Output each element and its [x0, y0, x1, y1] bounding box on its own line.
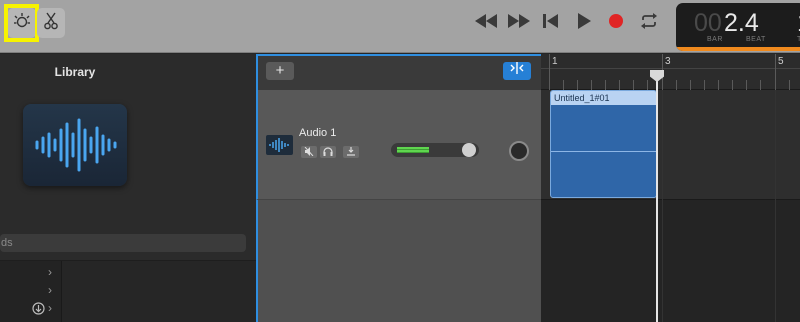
tracks-header-bar: + [256, 54, 541, 90]
toolbar: 00 2.4 1 BAR BEAT T [0, 0, 800, 53]
headphones-icon [323, 143, 333, 161]
cycle-icon [640, 12, 658, 34]
ruler-tick [591, 80, 592, 90]
download-icon[interactable] [32, 302, 45, 320]
ruler-bar-line [775, 54, 776, 90]
ruler-tick [676, 80, 677, 90]
playhead-line[interactable] [656, 70, 658, 322]
fast-forward-button[interactable] [507, 13, 531, 33]
solo-button[interactable] [320, 146, 336, 158]
library-list: › › › [0, 261, 256, 322]
lcd-bar-label: BAR [707, 36, 723, 43]
ruler-tick [718, 80, 719, 90]
fast-forward-icon [508, 13, 530, 33]
cycle-area[interactable] [541, 68, 800, 69]
timeline-ruler[interactable]: 1 3 5 [541, 54, 800, 90]
input-monitor-button[interactable] [343, 146, 359, 158]
highlight-box [4, 4, 39, 42]
record-icon [608, 13, 624, 34]
record-button[interactable] [606, 13, 626, 33]
lcd-accent-bar [676, 47, 800, 51]
lcd-bar-digits: 00 [694, 9, 722, 37]
ruler-bar-number: 3 [665, 56, 671, 67]
track-header-audio-1[interactable]: Audio 1 [256, 90, 541, 200]
ruler-tick [690, 80, 691, 90]
cycle-button[interactable] [638, 12, 660, 34]
library-title: Library [54, 65, 96, 79]
ruler-bar-line [549, 54, 550, 90]
ruler-tick [563, 80, 564, 90]
tracks-workspace[interactable]: Untitled_1#01 [541, 90, 800, 322]
ruler-tick [732, 80, 733, 90]
grid-line [775, 90, 776, 322]
ruler-bar-number: 1 [552, 56, 558, 67]
chevron-right-icon[interactable]: › [48, 265, 52, 279]
chevron-right-icon[interactable]: › [48, 301, 52, 315]
ruler-tick [605, 80, 606, 90]
ruler-tick [704, 80, 705, 90]
volume-meter [397, 147, 429, 153]
track-waveform-icon [266, 135, 293, 155]
lcd-display[interactable]: 00 2.4 1 BAR BEAT T [676, 3, 800, 51]
library-search-field[interactable]: ds [0, 234, 246, 252]
scissors-icon [43, 12, 59, 35]
mute-icon [304, 143, 314, 161]
tracks-empty-area[interactable] [256, 200, 541, 322]
catch-playhead-button[interactable] [503, 62, 531, 80]
go-to-start-button[interactable] [541, 13, 561, 33]
track-name[interactable]: Audio 1 [299, 127, 336, 139]
library-patch-artwork[interactable] [23, 104, 127, 186]
ruler-tick [619, 80, 620, 90]
play-icon [577, 12, 591, 34]
library-panel: Library ds › › › [0, 54, 256, 322]
rewind-icon [475, 13, 497, 33]
input-monitor-icon [346, 143, 356, 161]
ruler-tick [633, 80, 634, 90]
go-to-start-icon [543, 13, 559, 33]
play-button[interactable] [574, 12, 594, 34]
smart-controls-button[interactable] [37, 8, 65, 38]
region-divider [551, 151, 656, 152]
ruler-tick [760, 80, 761, 90]
region-name: Untitled_1#01 [551, 91, 656, 105]
ruler-tick [647, 80, 648, 90]
waveform-icon [23, 118, 127, 190]
lcd-beat-label: BEAT [746, 36, 766, 43]
pan-knob[interactable] [509, 141, 529, 161]
lcd-position: 2.4 [724, 9, 759, 37]
chevron-right-icon[interactable]: › [48, 283, 52, 297]
ruler-tick [789, 80, 790, 90]
rewind-button[interactable] [474, 13, 498, 33]
library-category-column [0, 261, 62, 322]
ruler-bar-number: 5 [778, 56, 784, 67]
grid-line [662, 90, 663, 322]
garageband-window: 00 2.4 1 BAR BEAT T Library [0, 0, 800, 322]
ruler-tick [577, 80, 578, 90]
volume-slider[interactable] [391, 143, 479, 157]
volume-slider-knob[interactable] [462, 143, 476, 157]
mute-button[interactable] [301, 146, 317, 158]
audio-region[interactable]: Untitled_1#01 [550, 90, 657, 198]
catch-playhead-icon [510, 62, 524, 77]
ruler-tick [746, 80, 747, 90]
add-track-button[interactable]: + [266, 62, 294, 80]
